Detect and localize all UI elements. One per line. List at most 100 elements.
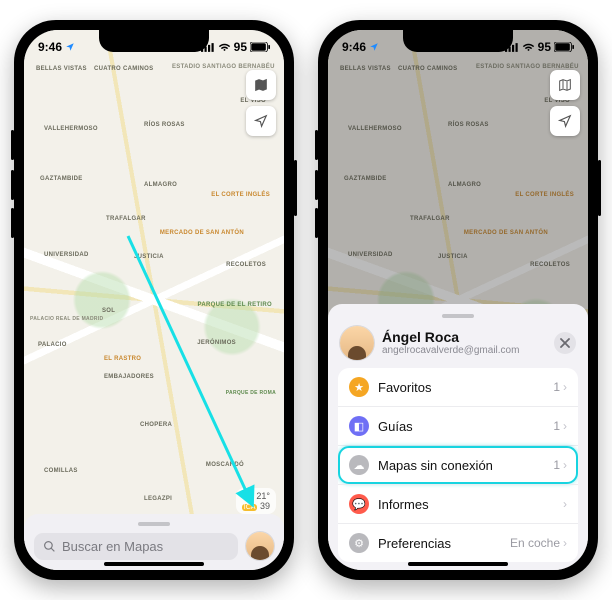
menu-label: Guías [378, 419, 544, 434]
locate-button[interactable] [246, 106, 276, 136]
map-label: BELLAS VISTAS [340, 66, 391, 72]
map-poi: El Rastro [104, 356, 141, 362]
search-input[interactable]: Buscar en Mapas [34, 533, 238, 560]
wifi-icon [522, 42, 535, 52]
location-services-icon [369, 42, 379, 52]
map-label: TRAFALGAR [410, 216, 450, 222]
menu-label: Informes [378, 497, 554, 512]
map-label: VALLEHERMOSO [44, 126, 98, 132]
home-indicator[interactable] [104, 562, 204, 566]
map-label: JUSTICIA [438, 254, 468, 260]
menu-label: Preferencias [378, 536, 501, 551]
menu-label: Favoritos [378, 380, 544, 395]
menu-row-favoritos[interactable]: ★ Favoritos 1› [338, 368, 578, 406]
map-label: CHOPERA [140, 422, 172, 428]
map-label: UNIVERSIDAD [348, 252, 393, 258]
close-button[interactable] [554, 332, 576, 354]
map-label: TRAFALGAR [106, 216, 146, 222]
menu-meta: En coche [510, 536, 560, 550]
map-mode-button[interactable] [246, 70, 276, 100]
map-label: MOSCARDÓ [206, 462, 244, 468]
map-label: PARQUE DE EL RETIRO [198, 302, 273, 308]
map-poi: Parque de Roma [226, 390, 276, 396]
weather-widget[interactable]: ☀︎ 21° ICA 39 [236, 488, 276, 514]
chevron-right-icon: › [563, 419, 567, 433]
menu-row-mapas-sin-conexion[interactable]: ☁︎ Mapas sin conexión 1› [338, 445, 578, 484]
chevron-right-icon: › [563, 497, 567, 511]
battery-percent: 95 [538, 40, 551, 54]
map-mode-button[interactable] [550, 70, 580, 100]
menu-label: Mapas sin conexión [378, 458, 544, 473]
map-controls [246, 70, 276, 136]
status-time: 9:46 [342, 40, 366, 54]
gear-icon: ⚙︎ [349, 533, 369, 553]
map-label: ALMAGRO [144, 182, 177, 188]
chevron-right-icon: › [563, 380, 567, 394]
sun-icon: ☀︎ [244, 490, 254, 502]
map-label: SOL [102, 308, 115, 314]
map-poi: El Corte Inglés [211, 192, 270, 198]
map-label: EMBAJADORES [104, 374, 154, 380]
aqi-label: ICA [242, 504, 258, 511]
map-poi: Mercado de San Antón [160, 230, 244, 236]
map-label: RÍOS ROSAS [448, 122, 489, 128]
map-label: RECOLETOS [226, 262, 266, 268]
location-arrow-icon [558, 114, 572, 128]
location-arrow-icon [254, 114, 268, 128]
map-poi: El Corte Inglés [515, 192, 574, 198]
menu-row-guias[interactable]: ◧ Guías 1› [338, 406, 578, 445]
search-placeholder: Buscar en Mapas [62, 539, 163, 554]
profile-menu: ★ Favoritos 1› ◧ Guías 1› ☁︎ Mapas sin c… [338, 368, 578, 562]
menu-row-informes[interactable]: 💬 Informes › [338, 484, 578, 523]
screen-2: 9:46 95 BELLAS VISTAS CUATRO CAMINOS EST… [328, 30, 588, 570]
aqi-value: 39 [260, 501, 270, 511]
weather-temp: 21° [256, 491, 270, 501]
screen-1: 9:46 95 BELLAS VISTAS CUATRO CAMINOS EST… [24, 30, 284, 570]
profile-name: Ángel Roca [382, 329, 546, 345]
map-label: GAZTAMBIDE [344, 176, 387, 182]
phone-frame-2: 9:46 95 BELLAS VISTAS CUATRO CAMINOS EST… [318, 20, 598, 580]
menu-meta: 1 [553, 419, 560, 433]
map-label: UNIVERSIDAD [44, 252, 89, 258]
chevron-right-icon: › [563, 458, 567, 472]
map-poi: Mercado de San Antón [464, 230, 548, 236]
map-label: BELLAS VISTAS [36, 66, 87, 72]
profile-email: angelrocavalverde@gmail.com [382, 345, 546, 357]
menu-meta: 1 [553, 458, 560, 472]
wifi-icon [218, 42, 231, 52]
home-indicator[interactable] [408, 562, 508, 566]
search-icon [43, 540, 56, 553]
map-label: CUATRO CAMINOS [398, 66, 457, 72]
chevron-right-icon: › [563, 536, 567, 550]
map-poi: Palacio Real de Madrid [30, 316, 103, 322]
status-time: 9:46 [38, 40, 62, 54]
profile-avatar-button[interactable] [246, 532, 274, 560]
map-label: LEGAZPI [144, 496, 172, 502]
profile-header: Ángel Roca angelrocavalverde@gmail.com [338, 324, 578, 368]
map-label: CUATRO CAMINOS [94, 66, 153, 72]
panel-grabber[interactable] [138, 522, 170, 526]
locate-button[interactable] [550, 106, 580, 136]
profile-avatar [340, 326, 374, 360]
map-layers-icon [253, 77, 269, 93]
profile-sheet[interactable]: Ángel Roca angelrocavalverde@gmail.com ★… [328, 304, 588, 570]
map-label: JUSTICIA [134, 254, 164, 260]
phone-frame-1: 9:46 95 BELLAS VISTAS CUATRO CAMINOS EST… [14, 20, 294, 580]
map-label: JERÓNIMOS [197, 340, 236, 346]
battery-percent: 95 [234, 40, 247, 54]
map-label: ALMAGRO [448, 182, 481, 188]
location-services-icon [65, 42, 75, 52]
report-icon: 💬 [349, 494, 369, 514]
guides-icon: ◧ [349, 416, 369, 436]
cloud-icon: ☁︎ [349, 455, 369, 475]
panel-grabber[interactable] [442, 314, 474, 318]
map-label: VALLEHERMOSO [348, 126, 402, 132]
battery-icon [250, 42, 270, 52]
map-controls [550, 70, 580, 136]
notch [403, 30, 513, 52]
menu-row-preferencias[interactable]: ⚙︎ Preferencias En coche› [338, 523, 578, 562]
map-layers-icon [557, 77, 573, 93]
star-icon: ★ [349, 377, 369, 397]
map-label: PALACIO [38, 342, 67, 348]
close-icon [560, 338, 570, 348]
